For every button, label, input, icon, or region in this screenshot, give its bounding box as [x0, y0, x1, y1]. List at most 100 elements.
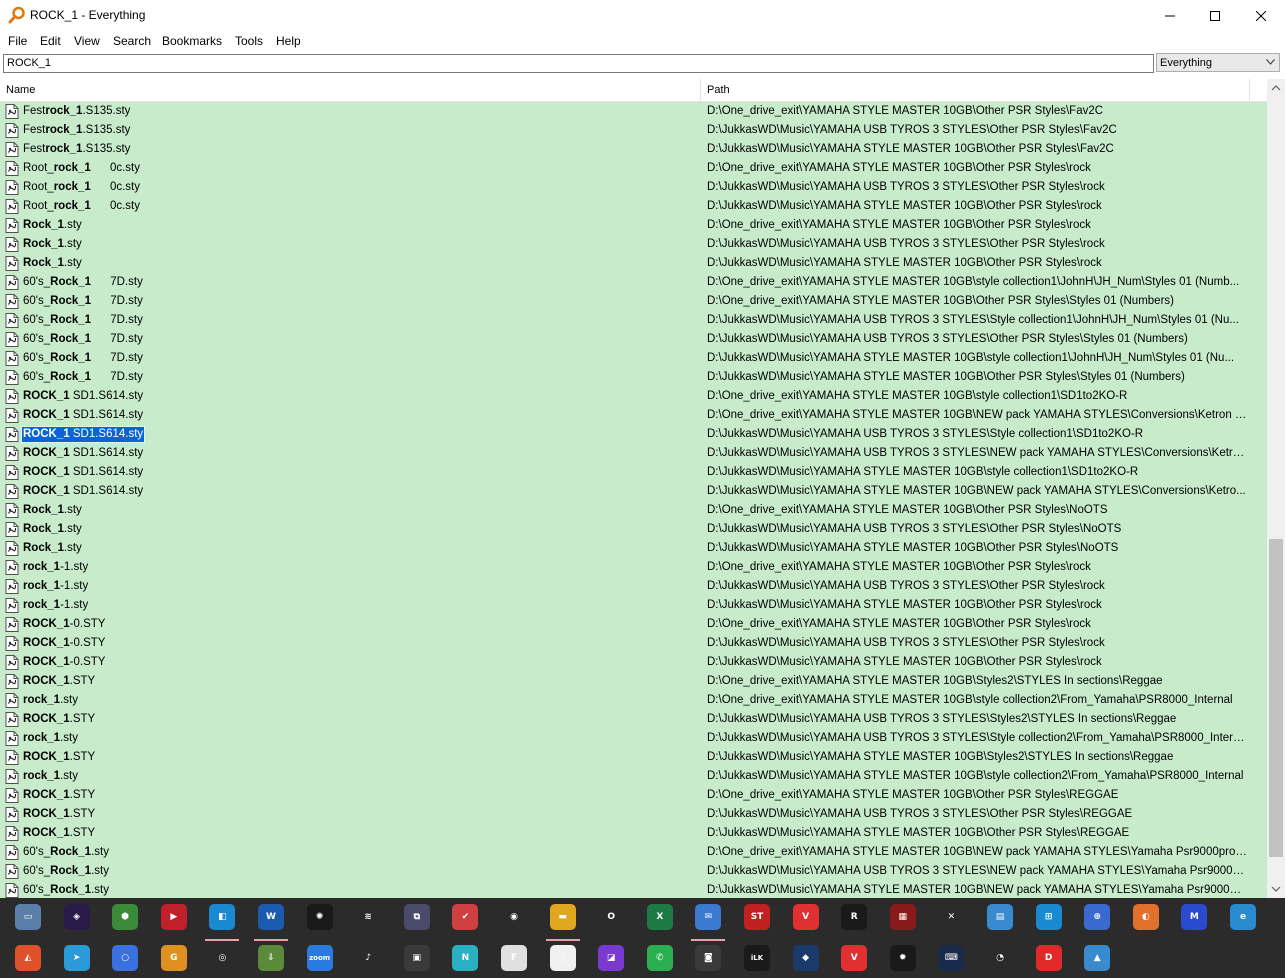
display-settings-icon[interactable]: ▭ [15, 904, 41, 930]
table-row[interactable]: 60's_Rock_1 7D.sty D:\JukkasWD\Music\YAMA… [0, 311, 1267, 330]
file-name[interactable]: ROCK_1-0.STY [23, 656, 105, 669]
table-row[interactable]: Rock_1.sty D:\JukkasWD\Music\YAMAHA USB T… [0, 520, 1267, 539]
file-name[interactable]: ROCK_1 SD1.S614.sty [23, 485, 143, 498]
table-row[interactable]: Festrock_1.S135.sty D:\JukkasWD\Music\YAM… [0, 121, 1267, 140]
file-name[interactable]: Festrock_1.S135.sty [23, 143, 130, 156]
file-name[interactable]: 60's_Rock_1 7D.sty [23, 371, 143, 384]
file-name[interactable]: ROCK_1 SD1.S614.sty [23, 390, 143, 403]
file-name[interactable]: 60's_Rock_1.sty [23, 865, 109, 878]
table-row[interactable]: ROCK_1.STY D:\One_drive_exit\YAMAHA STYLE… [0, 672, 1267, 691]
table-row[interactable]: 60's_Rock_1 7D.sty D:\One_drive_exit\YAMA… [0, 292, 1267, 311]
column-name-header[interactable]: Name [6, 84, 35, 96]
table-row[interactable]: 60's_Rock_1 7D.sty D:\JukkasWD\Music\YAMA… [0, 330, 1267, 349]
globe-settings-icon[interactable]: ⊕ [1084, 904, 1111, 930]
maximize-button[interactable] [1192, 0, 1238, 31]
close-button[interactable] [1238, 0, 1284, 31]
xbox-icon[interactable]: ✕ [938, 904, 965, 930]
download-icon[interactable]: ⇩ [258, 945, 284, 971]
file-name[interactable]: ROCK_1-0.STY [23, 637, 105, 650]
table-row[interactable]: rock_1-1.sty D:\One_drive_exit\YAMAHA STY… [0, 558, 1267, 577]
file-name[interactable]: Rock_1.sty [23, 219, 82, 232]
keyboard-icon[interactable]: ⌨ [938, 945, 965, 971]
file-name[interactable]: ROCK_1.STY [23, 751, 95, 764]
file-name[interactable]: ROCK_1.STY [23, 713, 95, 726]
file-name[interactable]: Rock_1.sty [23, 238, 82, 251]
vivaldi-icon[interactable]: V [792, 904, 819, 930]
table-row[interactable]: ROCK_1 SD1.S614.sty D:\One_drive_exit\YAM… [0, 387, 1267, 406]
menu-search[interactable]: Search [113, 34, 151, 48]
music-player-icon[interactable]: ♪ [355, 945, 382, 971]
table-row[interactable]: Festrock_1.S135.sty D:\One_drive_exit\YAM… [0, 102, 1267, 121]
ie-globe-icon[interactable]: e [1230, 904, 1256, 930]
file-name[interactable]: 60's_Rock_1 7D.sty [23, 352, 143, 365]
table-row[interactable]: ROCK_1-0.STY D:\JukkasWD\Music\YAMAHA STY… [0, 653, 1267, 672]
file-name[interactable]: Rock_1.sty [23, 504, 82, 517]
photos-icon[interactable]: ▲ [1084, 945, 1111, 971]
st-app-icon[interactable]: ST [744, 904, 770, 930]
table-row[interactable]: 60's_Rock_1.sty D:\JukkasWD\Music\YAMAHA … [0, 881, 1267, 898]
file-name[interactable]: 60's_Rock_1 7D.sty [23, 333, 143, 346]
table-row[interactable]: ROCK_1 SD1.S614.sty D:\One_drive_exit\YAM… [0, 406, 1267, 425]
menu-bookmarks[interactable]: Bookmarks [162, 34, 222, 48]
file-name[interactable]: ROCK_1 SD1.S614.sty [20, 426, 146, 443]
network-icon[interactable]: ⧉ [403, 904, 430, 930]
menu-file[interactable]: File [8, 34, 27, 48]
table-row[interactable]: Rock_1.sty D:\One_drive_exit\YAMAHA STYLE… [0, 216, 1267, 235]
scroll-up-button[interactable] [1267, 79, 1285, 97]
obs-icon[interactable]: ◎ [209, 945, 236, 971]
table-row[interactable]: ROCK_1 SD1.S614.sty D:\JukkasWD\Music\YAM… [0, 482, 1267, 501]
table-row[interactable]: rock_1.sty D:\One_drive_exit\YAMAHA STYLE… [0, 691, 1267, 710]
table-row[interactable]: ROCK_1 SD1.S614.sty D:\JukkasWD\Music\YAM… [0, 444, 1267, 463]
speedometer-icon[interactable]: ◔ [987, 945, 1013, 971]
mail-icon[interactable]: ✉ [695, 904, 722, 930]
zoom-icon[interactable]: zoom [306, 945, 333, 971]
file-name[interactable]: Root_rock_1 0c.sty [23, 181, 140, 194]
file-name[interactable]: Festrock_1.S135.sty [23, 124, 130, 137]
excel-icon[interactable]: X [646, 904, 673, 930]
filter-dropdown[interactable]: Everything [1156, 53, 1280, 72]
g-app-icon[interactable]: G [160, 945, 187, 971]
flipboard-icon[interactable]: F [501, 945, 527, 971]
media-player-icon[interactable]: ▶ [160, 904, 187, 930]
scroll-thumb[interactable] [1269, 539, 1283, 857]
table-row[interactable]: 60's_Rock_1 7D.sty D:\JukkasWD\Music\YAMA… [0, 368, 1267, 387]
table-row[interactable]: 60's_Rock_1 7D.sty D:\JukkasWD\Music\YAMA… [0, 349, 1267, 368]
file-name[interactable]: 60's_Rock_1 7D.sty [23, 314, 143, 327]
table-row[interactable]: ROCK_1.STY D:\JukkasWD\Music\YAMAHA USB T… [0, 710, 1267, 729]
clapper-icon[interactable]: ◪ [598, 945, 625, 971]
menu-view[interactable]: View [74, 34, 100, 48]
column-divider[interactable] [1249, 79, 1250, 101]
bitwarden-icon[interactable]: ◆ [792, 945, 819, 971]
table-row[interactable]: ROCK_1-0.STY D:\JukkasWD\Music\YAMAHA USB… [0, 634, 1267, 653]
rog-cpu-icon[interactable]: ▦ [889, 904, 916, 930]
word-icon[interactable]: W [258, 904, 284, 930]
file-name[interactable]: ROCK_1.STY [23, 675, 95, 688]
chrome-icon[interactable]: ◉ [501, 904, 527, 930]
id-card-icon[interactable]: ▤ [987, 904, 1013, 930]
firefox-icon[interactable]: ◐ [1132, 904, 1159, 930]
table-row[interactable]: rock_1-1.sty D:\JukkasWD\Music\YAMAHA USB… [0, 577, 1267, 596]
document-icon[interactable]: ▯ [549, 945, 576, 971]
opera-icon[interactable]: O [598, 904, 625, 930]
file-name[interactable]: rock_1-1.sty [23, 580, 88, 593]
file-name[interactable]: rock_1-1.sty [23, 599, 88, 612]
file-explorer-icon[interactable]: ▬ [549, 904, 576, 930]
file-name[interactable]: Rock_1.sty [23, 542, 82, 555]
table-row[interactable]: Root_rock_1 0c.sty D:\JukkasWD\Music\YAMA… [0, 197, 1267, 216]
file-name[interactable]: Root_rock_1 0c.sty [23, 200, 140, 213]
table-row[interactable]: rock_1.sty D:\JukkasWD\Music\YAMAHA USB T… [0, 729, 1267, 748]
column-path-header[interactable]: Path [707, 84, 730, 96]
table-row[interactable]: rock_1-1.sty D:\JukkasWD\Music\YAMAHA STY… [0, 596, 1267, 615]
brave-icon[interactable]: ◭ [15, 945, 41, 971]
vivaldi-alt-icon[interactable]: V [841, 945, 868, 971]
table-row[interactable]: Root_rock_1 0c.sty D:\One_drive_exit\YAMA… [0, 159, 1267, 178]
scroll-down-button[interactable] [1267, 880, 1285, 898]
search-input[interactable] [3, 54, 1154, 73]
translate-icon[interactable]: ⊞ [1035, 904, 1062, 930]
whatsapp-icon[interactable]: ✆ [646, 945, 673, 971]
table-row[interactable]: Rock_1.sty D:\JukkasWD\Music\YAMAHA USB T… [0, 235, 1267, 254]
gear-red-icon[interactable]: ✹ [889, 945, 916, 971]
signal-icon[interactable]: ○ [112, 945, 139, 971]
menu-tools[interactable]: Tools [235, 34, 263, 48]
davinci-icon[interactable]: ✺ [306, 904, 333, 930]
